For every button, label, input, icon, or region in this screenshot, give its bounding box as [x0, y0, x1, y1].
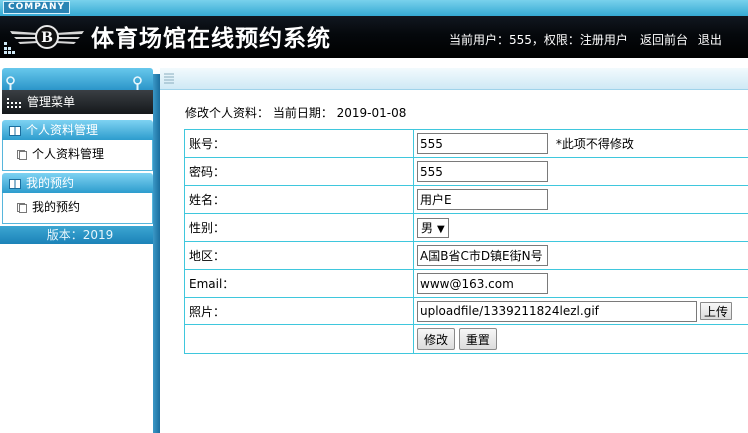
main-content: 修改个人资料： 当前日期： 2019-01-08 账号： *此项不得修改 密码：…	[160, 90, 748, 433]
sidebar-group-booking: 我的预约 我的预约	[2, 173, 153, 224]
email-input[interactable]	[417, 273, 548, 294]
sidebar-item-profile[interactable]: 个人资料管理	[2, 140, 153, 171]
page-title: 修改个人资料： 当前日期： 2019-01-08	[185, 106, 407, 120]
profile-form: 账号： *此项不得修改 密码： 姓名： 性别： 男▼ 地区：	[184, 129, 748, 354]
site-title: 体育场馆在线预约系统	[91, 25, 331, 52]
form-row-photo: 照片： 上传	[184, 297, 748, 325]
document-icon	[17, 149, 27, 160]
form-row-actions: 修改 重置	[184, 324, 748, 354]
photo-path-input[interactable]	[417, 300, 697, 322]
sidebar-group-title: 我的预约	[26, 176, 75, 190]
document-icon	[17, 202, 27, 213]
region-label: 地区：	[184, 241, 414, 270]
header-dots-icon	[4, 42, 15, 54]
photo-label: 照片：	[184, 297, 414, 325]
book-icon	[9, 125, 21, 136]
dropdown-arrow-icon: ▼	[437, 223, 445, 235]
sidebar-splitter[interactable]	[153, 74, 160, 433]
actions-label-cell	[184, 324, 414, 354]
sidebar: 管理菜单 个人资料管理 个人资料管理 我的预约 我的预约 版本：2019	[0, 68, 160, 433]
bentley-wings-logo-icon: B	[10, 25, 84, 49]
header-top-stripe	[0, 0, 748, 16]
sidebar-menu-title: 管理菜单	[2, 90, 153, 114]
form-row-email: Email：	[184, 269, 748, 298]
current-user-info: 当前用户：555，权限：注册用户	[449, 33, 628, 47]
sidebar-item-my-bookings[interactable]: 我的预约	[2, 193, 153, 224]
sidebar-item-label: 我的预约	[32, 200, 81, 214]
back-to-frontend-link[interactable]: 返回前台	[640, 33, 688, 47]
sidebar-group-title: 个人资料管理	[26, 123, 99, 137]
sidebar-group-header[interactable]: 个人资料管理	[2, 120, 153, 140]
email-label: Email：	[184, 269, 414, 298]
password-label: 密码：	[184, 157, 414, 186]
book-icon	[9, 178, 21, 189]
sidebar-menu-label: 管理菜单	[27, 95, 76, 109]
company-badge: COMPANY	[3, 1, 70, 14]
form-row-account: 账号： *此项不得修改	[184, 129, 748, 158]
grip-icon	[164, 73, 174, 84]
name-label: 姓名：	[184, 185, 414, 214]
form-row-password: 密码：	[184, 157, 748, 186]
logo-letter: B	[41, 30, 53, 46]
sidebar-top-bar	[2, 68, 153, 90]
account-input[interactable]	[417, 133, 548, 154]
password-input[interactable]	[417, 161, 548, 182]
upload-button[interactable]: 上传	[700, 302, 733, 320]
gender-label: 性别：	[184, 213, 414, 242]
reset-button[interactable]: 重置	[458, 328, 497, 350]
logout-link[interactable]: 退出	[698, 33, 722, 47]
account-label: 账号：	[184, 129, 414, 158]
sidebar-item-label: 个人资料管理	[32, 147, 105, 161]
name-input[interactable]	[417, 189, 548, 210]
form-row-name: 姓名：	[184, 185, 748, 214]
region-input[interactable]	[417, 245, 548, 266]
form-row-gender: 性别： 男 ▼	[184, 213, 748, 242]
sidebar-group-header[interactable]: 我的预约	[2, 173, 153, 193]
submit-button[interactable]: 修改	[417, 328, 456, 350]
menu-grid-icon	[7, 97, 21, 108]
header-links: 返回前台 退出	[640, 32, 728, 48]
form-row-region: 地区：	[184, 241, 748, 270]
content-toolbar	[160, 68, 748, 90]
gender-selected-value: 男	[421, 220, 434, 235]
sidebar-group-profile: 个人资料管理 个人资料管理	[2, 120, 153, 171]
gender-select[interactable]: 男 ▼	[417, 217, 449, 238]
app-header: COMPANY B 体育场馆在线预约系统 当前用户：555，权限：注册用户 返回…	[0, 0, 748, 58]
version-label: 版本：2019	[0, 226, 160, 244]
readonly-note: *此项不得修改	[555, 137, 634, 151]
